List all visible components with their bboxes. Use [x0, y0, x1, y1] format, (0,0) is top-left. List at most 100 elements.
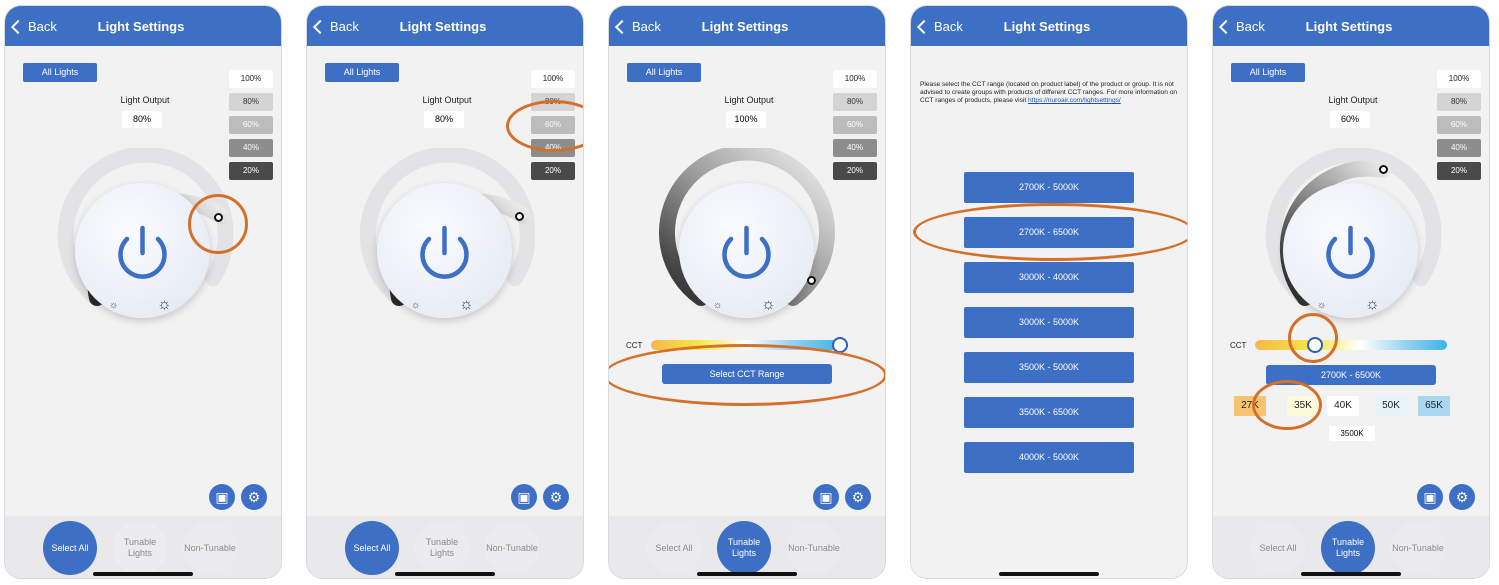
sun-large-icon: ☼ — [1365, 296, 1380, 313]
header-bar: Back Light Settings — [307, 6, 583, 46]
dial-thumb[interactable] — [1379, 165, 1388, 174]
power-icon — [1326, 225, 1375, 279]
home-indicator — [395, 572, 495, 576]
level-40-button[interactable]: 40% — [1437, 139, 1481, 157]
all-lights-button[interactable]: All Lights — [325, 63, 399, 82]
cct-range-option[interactable]: 3500K - 5000K — [964, 352, 1134, 383]
all-lights-button[interactable]: All Lights — [1231, 63, 1305, 82]
sun-small-icon: ☼ — [411, 300, 421, 311]
level-20-button[interactable]: 20% — [1437, 162, 1481, 180]
sun-large-icon: ☼ — [157, 296, 172, 313]
cct-slider-track[interactable] — [1255, 340, 1447, 350]
power-icon — [722, 225, 771, 279]
save-icon[interactable]: ▣ — [511, 484, 537, 510]
level-80-button[interactable]: 80% — [833, 93, 877, 111]
tab-select-all[interactable]: Select All — [345, 521, 399, 575]
light-output-label: Light Output — [724, 95, 774, 105]
phone-screen-4: Back Light Settings Please select the CC… — [911, 6, 1187, 578]
header-bar: Back Light Settings — [5, 6, 281, 46]
save-icon[interactable]: ▣ — [813, 484, 839, 510]
level-100-button[interactable]: 100% — [833, 70, 877, 88]
cct-preset-65k[interactable]: 65K — [1418, 396, 1450, 416]
power-button[interactable] — [679, 183, 814, 318]
power-button[interactable] — [1283, 183, 1418, 318]
level-80-button[interactable]: 80% — [1437, 93, 1481, 111]
tab-tunable-lights[interactable]: Tunable Lights — [415, 521, 469, 575]
tab-tunable-lights[interactable]: Tunable Lights — [113, 521, 167, 575]
level-60-button[interactable]: 60% — [229, 116, 273, 134]
tab-tunable-lights[interactable]: Tunable Lights — [717, 521, 771, 575]
level-80-button[interactable]: 80% — [229, 93, 273, 111]
sun-large-icon: ☼ — [761, 296, 776, 313]
light-output-value: 80% — [424, 111, 464, 128]
header-bar: Back Light Settings — [1213, 6, 1489, 46]
page-title: Light Settings — [701, 19, 789, 34]
level-20-button[interactable]: 20% — [531, 162, 575, 180]
level-60-button[interactable]: 60% — [1437, 116, 1481, 134]
gear-icon[interactable]: ⚙ — [543, 484, 569, 510]
level-100-button[interactable]: 100% — [229, 70, 273, 88]
sun-small-icon: ☼ — [109, 300, 119, 311]
phone-screen-3: Back Light Settings All Lights Light Out… — [609, 6, 885, 578]
cct-range-option[interactable]: 3500K - 6500K — [964, 397, 1134, 428]
light-output-value: 100% — [726, 111, 766, 128]
tab-non-tunable[interactable]: Non-Tunable — [183, 521, 237, 575]
level-100-button[interactable]: 100% — [1437, 70, 1481, 88]
dial-thumb[interactable] — [515, 212, 524, 221]
tab-select-all[interactable]: Select All — [647, 521, 701, 575]
cct-preset-50k[interactable]: 50K — [1375, 396, 1407, 416]
home-indicator — [999, 572, 1099, 576]
gear-icon[interactable]: ⚙ — [1449, 484, 1475, 510]
gear-icon[interactable]: ⚙ — [241, 484, 267, 510]
page-title: Light Settings — [97, 19, 185, 34]
cct-range-option[interactable]: 3000K - 5000K — [964, 307, 1134, 338]
tab-select-all[interactable]: Select All — [1251, 521, 1305, 575]
all-lights-button[interactable]: All Lights — [23, 63, 97, 82]
level-20-button[interactable]: 20% — [229, 162, 273, 180]
gear-icon[interactable]: ⚙ — [845, 484, 871, 510]
tab-non-tunable[interactable]: Non-Tunable — [485, 521, 539, 575]
page-title: Light Settings — [1305, 19, 1393, 34]
sun-small-icon: ☼ — [713, 300, 723, 311]
highlight-circle — [609, 344, 885, 406]
light-output-value: 60% — [1330, 111, 1370, 128]
header-bar: Back Light Settings — [609, 6, 885, 46]
highlight-circle — [1252, 380, 1322, 430]
sun-large-icon: ☼ — [459, 296, 474, 313]
all-lights-button[interactable]: All Lights — [627, 63, 701, 82]
dial-thumb[interactable] — [807, 276, 816, 285]
save-icon[interactable]: ▣ — [209, 484, 235, 510]
cct-instructions: Please select the CCT range (located on … — [920, 81, 1182, 105]
level-100-button[interactable]: 100% — [531, 70, 575, 88]
cct-range-option[interactable]: 4000K - 5000K — [964, 442, 1134, 473]
info-link[interactable]: https://nuroair.com/lightsettings/ — [1028, 97, 1121, 104]
sun-small-icon: ☼ — [1317, 300, 1327, 311]
light-output-label: Light Output — [1328, 95, 1378, 105]
page-title: Light Settings — [1003, 19, 1091, 34]
power-button[interactable] — [75, 183, 210, 318]
tab-select-all[interactable]: Select All — [43, 521, 97, 575]
cct-range-option[interactable]: 2700K - 5000K — [964, 172, 1134, 203]
power-icon — [118, 225, 167, 279]
page-title: Light Settings — [399, 19, 487, 34]
cct-range-option[interactable]: 3000K - 4000K — [964, 262, 1134, 293]
phone-screen-1: Back Light Settings All Lights Light Out… — [5, 6, 281, 578]
tab-tunable-lights[interactable]: Tunable Lights — [1321, 521, 1375, 575]
light-output-label: Light Output — [120, 95, 170, 105]
cct-preset-40k[interactable]: 40K — [1327, 396, 1359, 416]
highlight-circle — [188, 194, 248, 254]
tab-non-tunable[interactable]: Non-Tunable — [1391, 521, 1445, 575]
home-indicator — [1301, 572, 1401, 576]
light-output-label: Light Output — [422, 95, 472, 105]
level-20-button[interactable]: 20% — [833, 162, 877, 180]
phone-screen-2: Back Light Settings All Lights Light Out… — [307, 6, 583, 578]
tab-non-tunable[interactable]: Non-Tunable — [787, 521, 841, 575]
highlight-circle — [913, 203, 1187, 261]
save-icon[interactable]: ▣ — [1417, 484, 1443, 510]
level-60-button[interactable]: 60% — [833, 116, 877, 134]
power-icon — [420, 225, 469, 279]
level-40-button[interactable]: 40% — [229, 139, 273, 157]
level-40-button[interactable]: 40% — [833, 139, 877, 157]
highlight-circle — [506, 100, 583, 152]
power-button[interactable] — [377, 183, 512, 318]
